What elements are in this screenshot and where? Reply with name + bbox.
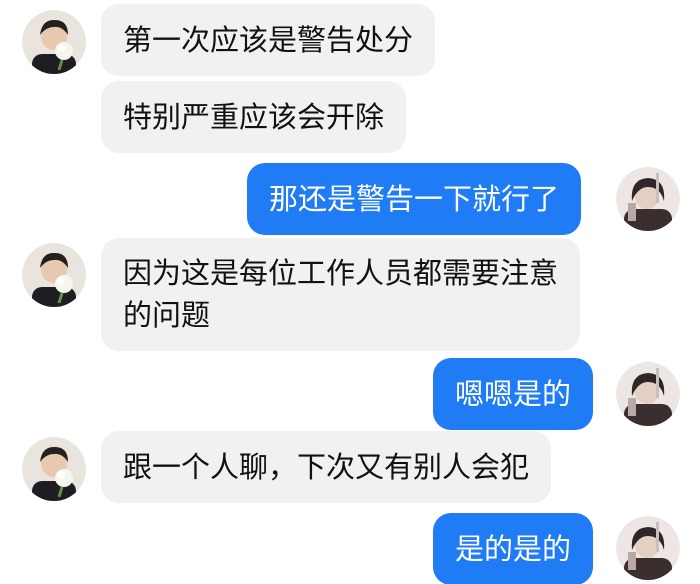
message-bubble-contact: 第一次应该是警告处分 <box>101 4 436 76</box>
contact-avatar-icon[interactable] <box>22 10 86 74</box>
contact-avatar-icon[interactable] <box>22 437 86 501</box>
message-bubble-contact: 跟一个人聊，下次又有别人会犯 <box>101 431 552 503</box>
message-bubble-contact: 因为这是每位工作人员都需要注意的问题 <box>101 238 580 351</box>
contact-avatar-icon[interactable] <box>22 243 86 307</box>
message-bubble-me: 那还是警告一下就行了 <box>247 163 582 235</box>
message-bubble-me: 是的是的 <box>433 513 594 584</box>
message-bubble-me: 嗯嗯是的 <box>433 358 594 430</box>
message-bubble-contact: 特别严重应该会开除 <box>101 81 407 153</box>
user-avatar-icon[interactable] <box>616 362 680 426</box>
user-avatar-icon[interactable] <box>616 516 680 580</box>
user-avatar-icon[interactable] <box>616 167 680 231</box>
chat-thread: 第一次应该是警告处分 特别严重应该会开除 那还是警告一下就行了 因为这是每位工作… <box>0 0 700 584</box>
